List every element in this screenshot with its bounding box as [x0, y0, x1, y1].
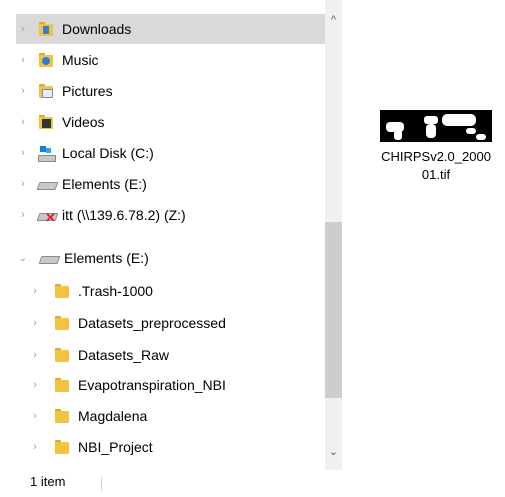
chevron-right-icon[interactable]: › [16, 23, 30, 35]
chevron-right-icon[interactable]: › [28, 441, 42, 453]
status-divider [101, 477, 102, 491]
chevron-right-icon[interactable]: › [28, 317, 42, 329]
nav-item-label: Music [62, 52, 99, 68]
nav-item-local-disk[interactable]: › Local Disk (C:) [16, 138, 325, 168]
nav-item-label: NBI_Project [78, 439, 153, 455]
pictures-folder-icon [38, 83, 54, 99]
folder-icon [54, 439, 70, 455]
nav-item-network-drive[interactable]: › ✕ itt (\\139.6.78.2) (Z:) [16, 200, 325, 230]
nav-drive-elements-expanded[interactable]: ⌄ Elements (E:) [16, 243, 325, 273]
nav-item-label: Local Disk (C:) [62, 145, 154, 161]
drive-icon [36, 176, 59, 192]
status-item-count: 1 item [30, 474, 66, 489]
navigation-pane: › Downloads › Music › Pictures › Videos … [0, 0, 344, 470]
nav-item-label: Magdalena [78, 408, 148, 424]
file-name: CHIRPSv2.0_2000 01.tif [374, 148, 498, 184]
disconnected-network-drive-icon: ✕ [36, 207, 59, 224]
nav-item-downloads[interactable]: › Downloads [16, 14, 325, 44]
folder-icon [54, 377, 70, 393]
nav-item-label: Evapotranspiration_NBI [78, 377, 226, 393]
folder-icon [54, 283, 70, 299]
nav-item-label: .Trash-1000 [78, 283, 153, 299]
nav-item-label: Elements (E:) [64, 250, 149, 266]
downloads-folder-icon [38, 21, 54, 37]
chevron-right-icon[interactable]: › [28, 410, 42, 422]
drive-icon [38, 250, 61, 266]
chevron-right-icon[interactable]: › [16, 209, 30, 221]
nav-item-label: itt (\\139.6.78.2) (Z:) [62, 207, 186, 223]
scrollbar-thumb[interactable] [325, 222, 342, 398]
nav-subfolder-trash[interactable]: › .Trash-1000 [28, 276, 325, 306]
nav-item-pictures[interactable]: › Pictures [16, 76, 325, 106]
file-item[interactable]: CHIRPSv2.0_2000 01.tif [374, 110, 498, 184]
chevron-right-icon[interactable]: › [28, 379, 42, 391]
chevron-right-icon[interactable]: › [16, 147, 30, 159]
nav-item-label: Elements (E:) [62, 176, 147, 192]
scroll-up-arrow[interactable]: ^ [325, 12, 342, 29]
chevron-right-icon[interactable]: › [16, 54, 30, 66]
file-name-line-1: CHIRPSv2.0_2000 [381, 149, 491, 164]
chevron-right-icon[interactable]: › [16, 116, 30, 128]
nav-item-label: Datasets_preprocessed [78, 315, 226, 331]
nav-subfolder-nbi-project[interactable]: › NBI_Project [28, 432, 325, 462]
music-folder-icon [38, 52, 54, 68]
chevron-right-icon[interactable]: › [16, 178, 30, 190]
vertical-scrollbar[interactable]: ^ ⌄ [325, 0, 342, 470]
nav-item-label: Videos [62, 114, 105, 130]
nav-subfolder-datasets-raw[interactable]: › Datasets_Raw [28, 340, 325, 370]
chevron-right-icon[interactable]: › [16, 85, 30, 97]
videos-folder-icon [38, 114, 54, 130]
nav-item-music[interactable]: › Music [16, 45, 325, 75]
nav-subfolder-datasets-preprocessed[interactable]: › Datasets_preprocessed [28, 308, 325, 338]
nav-item-label: Datasets_Raw [78, 347, 170, 363]
nav-item-videos[interactable]: › Videos [16, 107, 325, 137]
local-disk-icon [38, 145, 56, 162]
nav-item-label: Downloads [62, 21, 132, 37]
nav-item-label: Pictures [62, 83, 113, 99]
chevron-right-icon[interactable]: › [28, 285, 42, 297]
nav-subfolder-evapotranspiration[interactable]: › Evapotranspiration_NBI [28, 370, 325, 400]
folder-icon [54, 315, 70, 331]
folder-icon [54, 408, 70, 424]
nav-item-elements[interactable]: › Elements (E:) [16, 169, 325, 199]
nav-subfolder-magdalena[interactable]: › Magdalena [28, 401, 325, 431]
chevron-right-icon[interactable]: › [28, 349, 42, 361]
folder-icon [54, 347, 70, 363]
chevron-down-icon[interactable]: ⌄ [16, 253, 30, 264]
tif-thumbnail-icon [380, 110, 492, 142]
file-name-line-2: 01.tif [421, 167, 451, 182]
scroll-down-arrow[interactable]: ⌄ [325, 444, 342, 461]
